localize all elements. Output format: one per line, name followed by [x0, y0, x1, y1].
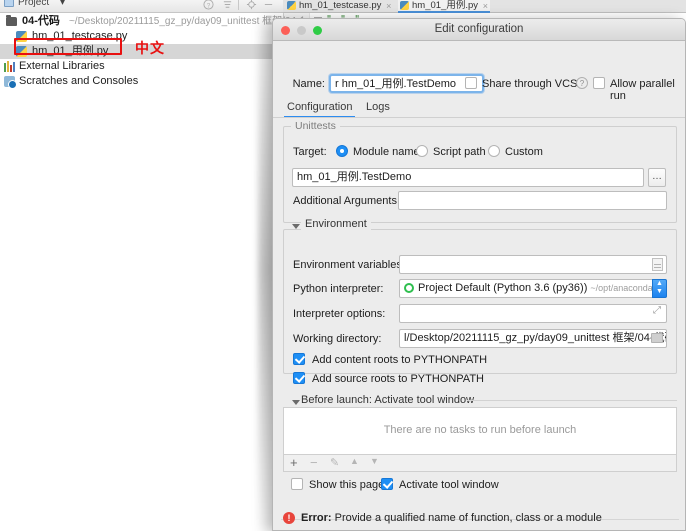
python-env-icon	[404, 283, 414, 293]
svg-text:?: ?	[207, 2, 211, 9]
share-vcs-label: Share through VCS	[482, 78, 578, 90]
library-icon	[4, 61, 15, 72]
target-custom-radio[interactable]	[488, 145, 500, 157]
error-detail: Provide a qualified name of function, cl…	[334, 512, 602, 524]
environment-section-label: Environment	[301, 218, 371, 230]
dialog-titlebar[interactable]: Edit configuration	[273, 19, 685, 41]
task-toolbar: + − ✎ ▲ ▼	[283, 455, 677, 472]
activate-tool-window-checkbox[interactable]	[381, 478, 393, 490]
question-mark-icon[interactable]: ?	[576, 77, 588, 89]
name-input[interactable]: r hm_01_用例.TestDemo	[329, 74, 484, 93]
name-label: Name:	[292, 78, 325, 90]
dialog-tab-bar: Configuration Logs	[273, 99, 685, 118]
tree-label: Scratches and Consoles	[19, 75, 139, 87]
target-module-name-radio[interactable]	[336, 145, 348, 157]
before-launch-divider	[467, 400, 677, 401]
python-interpreter-combo[interactable]: Project Default (Python 3.6 (py36)) ~/op…	[399, 279, 667, 298]
folder-icon	[6, 15, 17, 26]
annotation-text: 中文	[135, 40, 165, 56]
project-sidebar: 04-代码 ~/Desktop/20211115_gz_py/day09_uni…	[0, 13, 296, 531]
expand-icon[interactable]: ⤢	[653, 305, 661, 316]
move-up-button[interactable]: ▲	[350, 456, 359, 466]
target-script-path-label: Script path	[433, 146, 486, 158]
dialog-body: Name: r hm_01_用例.TestDemo Share through …	[273, 41, 685, 530]
target-label: Target:	[293, 146, 327, 158]
unittests-group-title: Unittests	[291, 120, 340, 132]
interpreter-options-label: Interpreter options:	[293, 308, 386, 320]
target-value-input[interactable]: hm_01_用例.TestDemo	[292, 168, 644, 187]
allow-parallel-run-checkbox[interactable]	[593, 77, 605, 89]
show-this-page-checkbox[interactable]	[291, 478, 303, 490]
working-directory-browse-icon[interactable]	[651, 333, 663, 343]
error-icon: !	[283, 512, 295, 524]
tab-configuration[interactable]: Configuration	[283, 99, 356, 118]
env-variables-edit-icon[interactable]	[652, 258, 663, 271]
add-source-roots-checkbox[interactable]	[293, 372, 305, 384]
working-directory-input[interactable]: l/Desktop/20211115_gz_py/day09_unittest …	[399, 329, 667, 348]
target-custom-label: Custom	[505, 146, 543, 158]
tree-row-hm01-testcase[interactable]: hm_01_testcase.py	[0, 29, 127, 44]
sort-toolbar-icon[interactable]	[222, 0, 233, 10]
project-dropdown-caret[interactable]: ▾	[60, 0, 65, 8]
scratches-icon	[4, 76, 17, 89]
remove-task-button[interactable]: −	[310, 455, 318, 470]
add-content-roots-checkbox[interactable]	[293, 353, 305, 365]
tree-row-project-root[interactable]: 04-代码 ~/Desktop/20211115_gz_py/day09_uni…	[0, 14, 296, 29]
env-variables-input[interactable]	[399, 255, 667, 274]
python-interpreter-value: Project Default (Python 3.6 (py36))	[418, 282, 588, 294]
help-toolbar-icon[interactable]: ?	[203, 0, 214, 10]
tree-label: hm_01_testcase.py	[32, 30, 128, 42]
toolbar-separator	[238, 0, 239, 10]
chevron-down-icon-before-launch[interactable]	[292, 400, 300, 405]
activate-tool-window-label: Activate tool window	[399, 479, 499, 491]
chevron-down-icon[interactable]	[292, 224, 300, 229]
share-vcs-checkbox[interactable]	[465, 77, 477, 89]
before-launch-task-list[interactable]: There are no tasks to run before launch	[283, 407, 677, 455]
project-tool-icon[interactable]	[4, 0, 14, 7]
add-content-roots-label: Add content roots to PYTHONPATH	[312, 354, 488, 366]
tree-row-external-libraries[interactable]: External Libraries	[0, 59, 105, 74]
show-this-page-label: Show this page	[309, 479, 385, 491]
interpreter-options-input[interactable]	[399, 304, 667, 323]
python-file-icon	[16, 46, 27, 57]
task-list-empty-text: There are no tasks to run before launch	[383, 424, 577, 436]
tree-label: 04-代码	[22, 15, 60, 27]
edit-configuration-dialog: Edit configuration Name: r hm_01_用例.Test…	[272, 18, 686, 531]
target-browse-button[interactable]: …	[648, 168, 666, 187]
add-task-button[interactable]: +	[290, 455, 298, 470]
add-source-roots-label: Add source roots to PYTHONPATH	[312, 373, 484, 385]
target-script-path-radio[interactable]	[416, 145, 428, 157]
working-directory-label: Working directory:	[293, 333, 382, 345]
tree-label: External Libraries	[19, 60, 105, 72]
project-tool-label[interactable]: Project	[18, 0, 49, 8]
edit-task-button[interactable]: ✎	[330, 456, 339, 469]
settings-gear-icon[interactable]	[246, 0, 257, 10]
environment-group	[283, 229, 677, 374]
move-down-button[interactable]: ▼	[370, 456, 379, 466]
before-launch-label: Before launch: Activate tool window	[301, 394, 475, 406]
python-interpreter-dropdown-arrow[interactable]: ▲ ▼	[652, 279, 667, 298]
error-prefix: Error:	[301, 512, 332, 524]
python-interpreter-label: Python interpreter:	[293, 283, 384, 295]
tree-row-scratches-consoles[interactable]: Scratches and Consoles	[0, 74, 138, 89]
env-variables-label: Environment variables:	[293, 259, 405, 271]
dialog-title: Edit configuration	[434, 23, 524, 35]
additional-arguments-input[interactable]	[398, 191, 667, 210]
python-file-icon	[16, 31, 27, 42]
target-module-name-label: Module name	[353, 146, 420, 158]
tree-label: hm_01_用例.py	[32, 45, 109, 57]
error-message: Error: Provide a qualified name of funct…	[301, 512, 602, 524]
additional-arguments-label: Additional Arguments:	[293, 195, 401, 207]
tab-logs[interactable]: Logs	[366, 99, 390, 118]
